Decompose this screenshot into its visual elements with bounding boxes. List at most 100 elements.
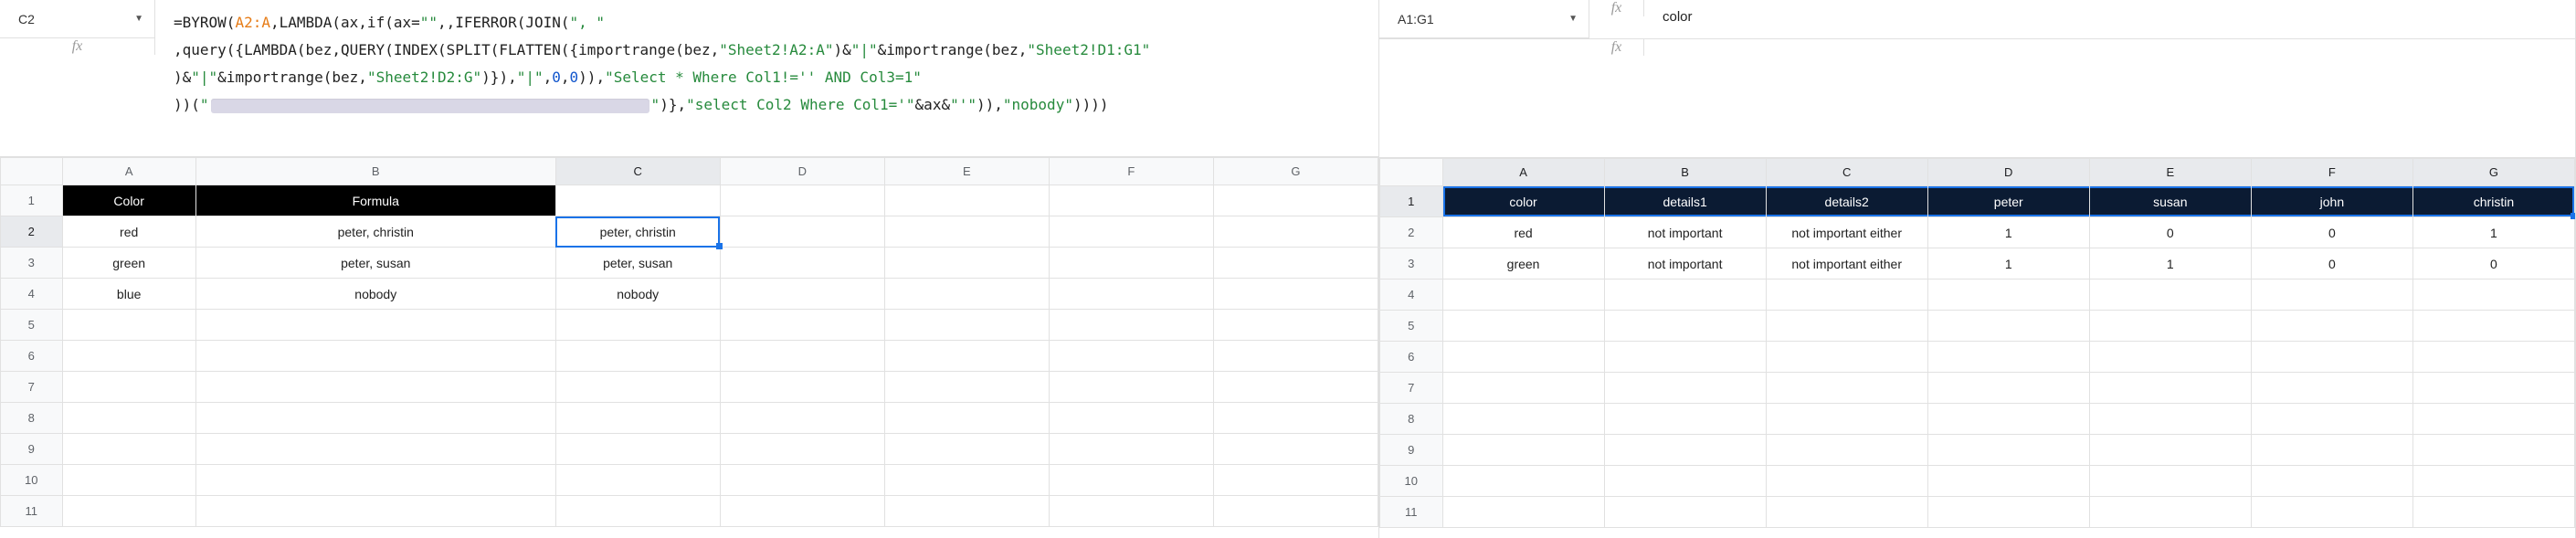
row-header[interactable]: 11 xyxy=(1,496,63,527)
cell[interactable] xyxy=(884,279,1049,310)
cell[interactable]: 0 xyxy=(2251,248,2412,280)
cell[interactable] xyxy=(2412,466,2574,497)
cell[interactable] xyxy=(195,372,555,403)
cell[interactable] xyxy=(720,341,884,372)
column-header[interactable]: B xyxy=(1604,159,1766,186)
cell[interactable] xyxy=(1049,310,1213,341)
row-header[interactable]: 6 xyxy=(1,341,63,372)
formula-input[interactable]: =BYROW(A2:A,LAMBDA(ax,if(ax="",,IFERROR(… xyxy=(155,0,1378,128)
cell[interactable] xyxy=(2412,435,2574,466)
cell[interactable]: peter, christin xyxy=(555,216,720,248)
cell[interactable] xyxy=(2251,373,2412,404)
row-header[interactable]: 11 xyxy=(1380,497,1443,528)
cell[interactable] xyxy=(1049,465,1213,496)
cell[interactable] xyxy=(1442,342,1604,373)
cell[interactable]: peter, christin xyxy=(195,216,555,248)
cell[interactable] xyxy=(720,434,884,465)
cell[interactable]: red xyxy=(62,216,195,248)
cell[interactable] xyxy=(2412,497,2574,528)
row-header[interactable]: 10 xyxy=(1,465,63,496)
cell[interactable] xyxy=(1604,311,1766,342)
cell[interactable] xyxy=(1927,497,2089,528)
cell[interactable] xyxy=(1213,216,1378,248)
row-header[interactable]: 8 xyxy=(1380,404,1443,435)
cell[interactable]: not important xyxy=(1604,248,1766,280)
cell[interactable] xyxy=(1442,435,1604,466)
cell[interactable] xyxy=(1049,216,1213,248)
cell[interactable] xyxy=(720,496,884,527)
cell[interactable] xyxy=(1213,403,1378,434)
cell[interactable]: Formula xyxy=(195,185,555,216)
cell[interactable] xyxy=(2089,404,2251,435)
column-header[interactable]: C xyxy=(1766,159,1927,186)
cell[interactable] xyxy=(1049,403,1213,434)
cell[interactable] xyxy=(720,465,884,496)
cell[interactable] xyxy=(1213,496,1378,527)
row-header[interactable]: 10 xyxy=(1380,466,1443,497)
cell[interactable]: 1 xyxy=(1927,217,2089,248)
column-header[interactable]: F xyxy=(2251,159,2412,186)
cell[interactable]: 1 xyxy=(2089,248,2251,280)
cell[interactable]: not important either xyxy=(1766,217,1927,248)
cell[interactable] xyxy=(1049,248,1213,279)
row-header[interactable]: 7 xyxy=(1380,373,1443,404)
cell[interactable] xyxy=(555,465,720,496)
cell[interactable] xyxy=(2412,373,2574,404)
cell[interactable] xyxy=(1213,434,1378,465)
column-header[interactable]: G xyxy=(2412,159,2574,186)
cell[interactable]: green xyxy=(1442,248,1604,280)
row-header[interactable]: 9 xyxy=(1,434,63,465)
cell[interactable] xyxy=(2251,311,2412,342)
row-header[interactable]: 3 xyxy=(1,248,63,279)
column-header[interactable]: D xyxy=(1927,159,2089,186)
select-all-corner[interactable] xyxy=(1380,159,1443,186)
cell[interactable] xyxy=(555,341,720,372)
cell[interactable] xyxy=(1766,311,1927,342)
cell[interactable] xyxy=(555,310,720,341)
cell[interactable] xyxy=(2412,342,2574,373)
cell[interactable] xyxy=(1604,280,1766,311)
cell[interactable] xyxy=(195,310,555,341)
cell[interactable] xyxy=(1927,280,2089,311)
cell[interactable] xyxy=(2089,435,2251,466)
row-header[interactable]: 1 xyxy=(1,185,63,216)
cell[interactable]: not important xyxy=(1604,217,1766,248)
cell[interactable] xyxy=(1213,372,1378,403)
cell[interactable] xyxy=(2251,342,2412,373)
cell[interactable] xyxy=(2251,404,2412,435)
cell[interactable] xyxy=(1604,342,1766,373)
cell[interactable] xyxy=(1604,404,1766,435)
cell[interactable]: 0 xyxy=(2412,248,2574,280)
cell[interactable]: nobody xyxy=(195,279,555,310)
cell[interactable] xyxy=(1213,310,1378,341)
row-header[interactable]: 2 xyxy=(1,216,63,248)
cell[interactable] xyxy=(2089,497,2251,528)
cell[interactable] xyxy=(555,403,720,434)
cell[interactable] xyxy=(2412,311,2574,342)
column-header[interactable]: A xyxy=(62,158,195,185)
cell[interactable] xyxy=(1927,466,2089,497)
cell[interactable]: details2 xyxy=(1766,186,1927,217)
cell[interactable] xyxy=(555,185,720,216)
cell[interactable] xyxy=(62,372,195,403)
column-header[interactable]: E xyxy=(884,158,1049,185)
cell[interactable] xyxy=(884,465,1049,496)
name-box[interactable]: A1:G1 ▼ xyxy=(1379,0,1589,38)
cell[interactable] xyxy=(1766,404,1927,435)
cell[interactable] xyxy=(2251,280,2412,311)
cell[interactable] xyxy=(1213,185,1378,216)
cell[interactable]: 1 xyxy=(2412,217,2574,248)
cell[interactable] xyxy=(1213,248,1378,279)
row-header[interactable]: 2 xyxy=(1380,217,1443,248)
cell[interactable] xyxy=(62,341,195,372)
cell[interactable]: blue xyxy=(62,279,195,310)
cell[interactable] xyxy=(2412,280,2574,311)
cell[interactable] xyxy=(1766,466,1927,497)
cell[interactable] xyxy=(1213,465,1378,496)
select-all-corner[interactable] xyxy=(1,158,63,185)
row-header[interactable]: 6 xyxy=(1380,342,1443,373)
cell[interactable] xyxy=(1213,279,1378,310)
row-header[interactable]: 3 xyxy=(1380,248,1443,280)
cell[interactable] xyxy=(720,248,884,279)
row-header[interactable]: 7 xyxy=(1,372,63,403)
